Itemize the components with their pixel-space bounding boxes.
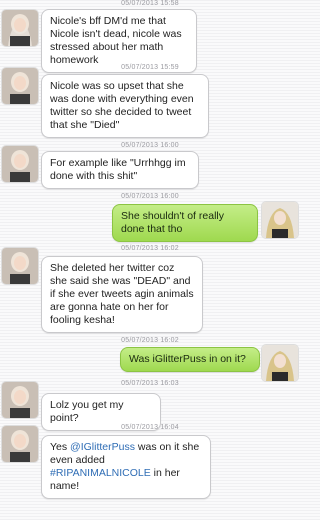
timestamp: 05/07/2013 16:02	[121, 337, 179, 344]
timestamp: 05/07/2013 16:00	[121, 142, 179, 149]
contact-avatar-icon[interactable]	[2, 382, 38, 418]
message-bubble-incoming[interactable]: Nicole was so upset that she was done wi…	[41, 74, 209, 138]
contact-avatar-icon[interactable]	[2, 10, 38, 46]
message-bubble-incoming[interactable]: Yes @IGlitterPuss was on it she even add…	[41, 435, 211, 499]
self-avatar-icon[interactable]	[262, 202, 298, 238]
timestamp: 05/07/2013 16:03	[121, 380, 179, 387]
contact-avatar-icon[interactable]	[2, 426, 38, 462]
contact-avatar-icon[interactable]	[2, 248, 38, 284]
self-avatar-icon[interactable]	[262, 345, 298, 381]
message-bubble-outgoing[interactable]: She shouldn't of really done that tho	[112, 204, 258, 242]
timestamp: 05/07/2013 16:04	[121, 424, 179, 431]
message-bubble-incoming[interactable]: For example like "Urrhhgg im done with t…	[41, 151, 199, 189]
hashtag-link[interactable]: #RIPANIMALNICOLE	[50, 467, 151, 479]
timestamp: 05/07/2013 16:02	[121, 245, 179, 252]
timestamp: 05/07/2013 15:58	[121, 0, 179, 7]
message-bubble-outgoing[interactable]: Was iGlitterPuss in on it?	[120, 347, 260, 372]
timestamp: 05/07/2013 15:59	[121, 64, 179, 71]
contact-avatar-icon[interactable]	[2, 146, 38, 182]
timestamp: 05/07/2013 16:00	[121, 193, 179, 200]
mention-link[interactable]: @IGlitterPuss	[70, 441, 135, 453]
message-bubble-incoming[interactable]: She deleted her twitter coz she said she…	[41, 256, 203, 333]
contact-avatar-icon[interactable]	[2, 68, 38, 104]
message-text: Yes	[50, 441, 71, 453]
